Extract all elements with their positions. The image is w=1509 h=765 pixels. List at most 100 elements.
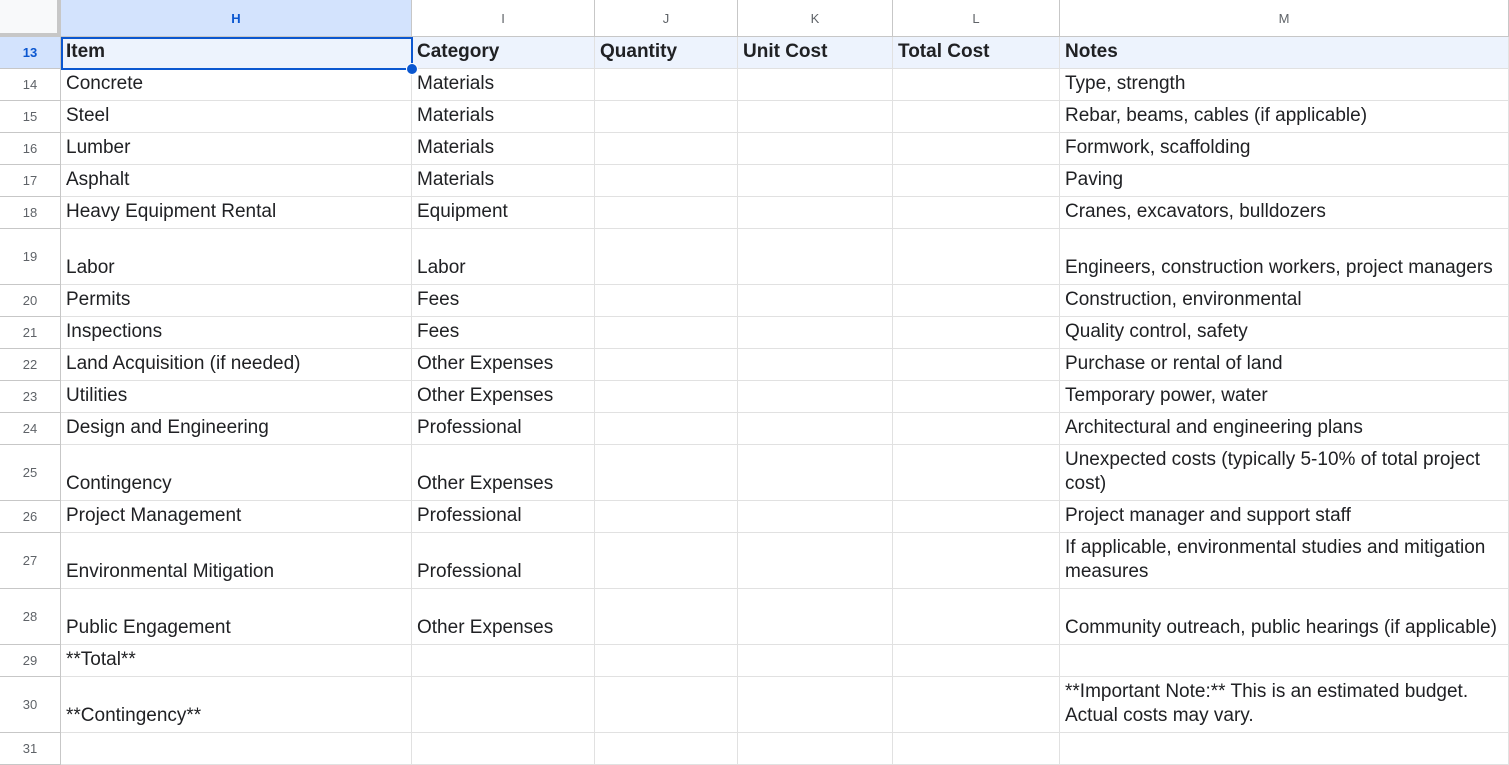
cell-i14[interactable]: Materials (412, 69, 595, 101)
cell-h19[interactable]: Labor (61, 229, 412, 285)
cell-m14[interactable]: Type, strength (1060, 69, 1509, 101)
cell-l23[interactable] (893, 381, 1060, 413)
cell-m16[interactable]: Formwork, scaffolding (1060, 133, 1509, 165)
row-header-29[interactable]: 29 (0, 645, 61, 677)
cell-m23[interactable]: Temporary power, water (1060, 381, 1509, 413)
cell-l16[interactable] (893, 133, 1060, 165)
row-header-27[interactable]: 27 (0, 533, 61, 589)
header-cell-m13[interactable]: Notes (1060, 37, 1509, 69)
cell-k23[interactable] (738, 381, 893, 413)
cell-j25[interactable] (595, 445, 738, 501)
cell-h24[interactable]: Design and Engineering (61, 413, 412, 445)
cell-h20[interactable]: Permits (61, 285, 412, 317)
cell-j29[interactable] (595, 645, 738, 677)
cell-j26[interactable] (595, 501, 738, 533)
column-header-i[interactable]: I (412, 0, 595, 37)
fill-handle[interactable] (406, 63, 418, 75)
cell-h21[interactable]: Inspections (61, 317, 412, 349)
cell-h16[interactable]: Lumber (61, 133, 412, 165)
row-header-20[interactable]: 20 (0, 285, 61, 317)
cell-k22[interactable] (738, 349, 893, 381)
cell-m18[interactable]: Cranes, excavators, bulldozers (1060, 197, 1509, 229)
cell-h31[interactable] (61, 733, 412, 765)
cell-m24[interactable]: Architectural and engineering plans (1060, 413, 1509, 445)
cell-k30[interactable] (738, 677, 893, 733)
row-header-23[interactable]: 23 (0, 381, 61, 413)
cell-i24[interactable]: Professional (412, 413, 595, 445)
cell-l28[interactable] (893, 589, 1060, 645)
cell-m29[interactable] (1060, 645, 1509, 677)
cell-l31[interactable] (893, 733, 1060, 765)
cell-i21[interactable]: Fees (412, 317, 595, 349)
cell-l27[interactable] (893, 533, 1060, 589)
row-header-31[interactable]: 31 (0, 733, 61, 765)
column-header-h[interactable]: H (61, 0, 412, 37)
cell-j15[interactable] (595, 101, 738, 133)
cell-i27[interactable]: Professional (412, 533, 595, 589)
cell-j19[interactable] (595, 229, 738, 285)
cell-l20[interactable] (893, 285, 1060, 317)
cell-i25[interactable]: Other Expenses (412, 445, 595, 501)
cell-k27[interactable] (738, 533, 893, 589)
cell-i29[interactable] (412, 645, 595, 677)
cell-h14[interactable]: Concrete (61, 69, 412, 101)
header-cell-i13[interactable]: Category (412, 37, 595, 69)
cell-i22[interactable]: Other Expenses (412, 349, 595, 381)
cell-l24[interactable] (893, 413, 1060, 445)
cell-h28[interactable]: Public Engagement (61, 589, 412, 645)
row-header-13[interactable]: 13 (0, 37, 61, 69)
row-header-17[interactable]: 17 (0, 165, 61, 197)
cell-i28[interactable]: Other Expenses (412, 589, 595, 645)
cell-k17[interactable] (738, 165, 893, 197)
cell-m20[interactable]: Construction, environmental (1060, 285, 1509, 317)
cell-l26[interactable] (893, 501, 1060, 533)
cell-h25[interactable]: Contingency (61, 445, 412, 501)
cell-l14[interactable] (893, 69, 1060, 101)
cell-k26[interactable] (738, 501, 893, 533)
cell-k28[interactable] (738, 589, 893, 645)
header-cell-h13[interactable]: Item (61, 37, 412, 69)
header-cell-l13[interactable]: Total Cost (893, 37, 1060, 69)
cell-h17[interactable]: Asphalt (61, 165, 412, 197)
cell-i30[interactable] (412, 677, 595, 733)
cell-l18[interactable] (893, 197, 1060, 229)
cell-l29[interactable] (893, 645, 1060, 677)
cell-h27[interactable]: Environmental Mitigation (61, 533, 412, 589)
cell-k16[interactable] (738, 133, 893, 165)
cell-i18[interactable]: Equipment (412, 197, 595, 229)
column-header-l[interactable]: L (893, 0, 1060, 37)
cell-k14[interactable] (738, 69, 893, 101)
cell-k21[interactable] (738, 317, 893, 349)
cell-l25[interactable] (893, 445, 1060, 501)
cell-m30[interactable]: **Important Note:** This is an estimated… (1060, 677, 1509, 733)
cell-i31[interactable] (412, 733, 595, 765)
cell-i19[interactable]: Labor (412, 229, 595, 285)
cell-j21[interactable] (595, 317, 738, 349)
cell-i15[interactable]: Materials (412, 101, 595, 133)
row-header-24[interactable]: 24 (0, 413, 61, 445)
cell-j23[interactable] (595, 381, 738, 413)
cell-m22[interactable]: Purchase or rental of land (1060, 349, 1509, 381)
cell-j14[interactable] (595, 69, 738, 101)
cell-h26[interactable]: Project Management (61, 501, 412, 533)
cell-i23[interactable]: Other Expenses (412, 381, 595, 413)
cell-h29[interactable]: **Total** (61, 645, 412, 677)
header-cell-j13[interactable]: Quantity (595, 37, 738, 69)
cell-h23[interactable]: Utilities (61, 381, 412, 413)
cell-l30[interactable] (893, 677, 1060, 733)
row-header-22[interactable]: 22 (0, 349, 61, 381)
cell-l17[interactable] (893, 165, 1060, 197)
cell-l22[interactable] (893, 349, 1060, 381)
cell-j31[interactable] (595, 733, 738, 765)
cell-m25[interactable]: Unexpected costs (typically 5-10% of tot… (1060, 445, 1509, 501)
cell-m27[interactable]: If applicable, environmental studies and… (1060, 533, 1509, 589)
cell-j28[interactable] (595, 589, 738, 645)
cell-j16[interactable] (595, 133, 738, 165)
select-all-corner[interactable] (0, 0, 61, 37)
row-header-19[interactable]: 19 (0, 229, 61, 285)
cell-m17[interactable]: Paving (1060, 165, 1509, 197)
cell-k20[interactable] (738, 285, 893, 317)
cell-l19[interactable] (893, 229, 1060, 285)
cell-j24[interactable] (595, 413, 738, 445)
row-header-26[interactable]: 26 (0, 501, 61, 533)
